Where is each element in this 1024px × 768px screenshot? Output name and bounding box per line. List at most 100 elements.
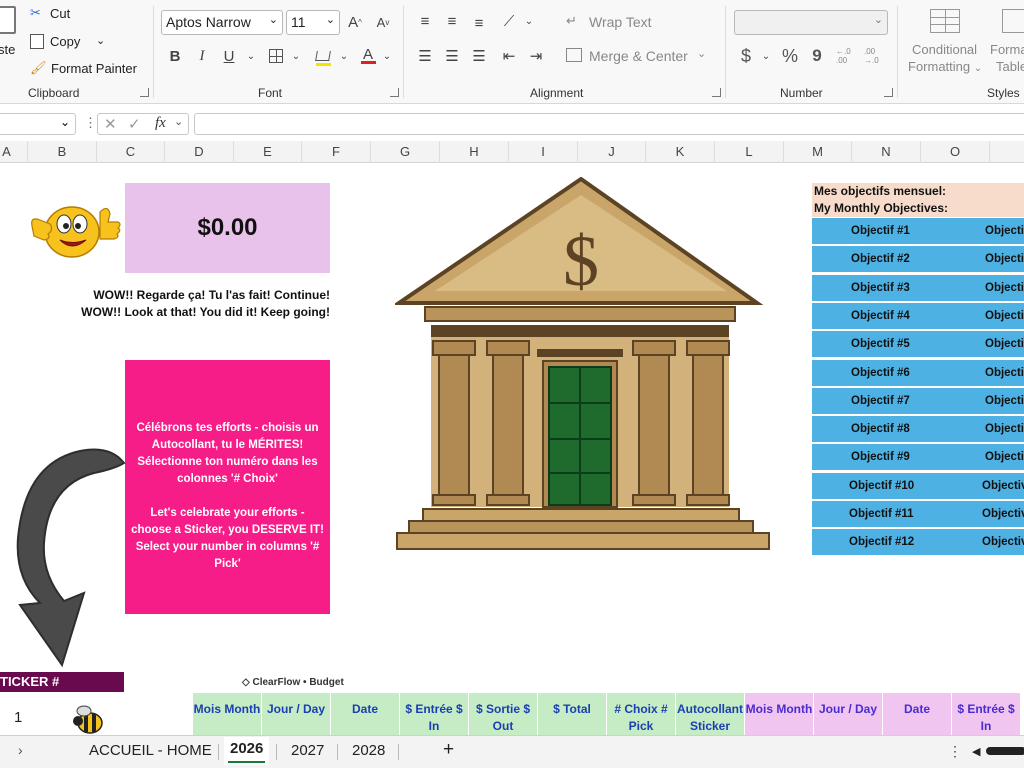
chevron-down-icon[interactable]: ⌄	[174, 115, 183, 128]
column-header-k[interactable]: K	[646, 141, 715, 163]
tab-2027[interactable]: 2027	[291, 742, 324, 759]
font-family-select[interactable]: Aptos Narrow ⌄	[161, 10, 283, 35]
font-launcher-icon[interactable]	[390, 88, 399, 97]
table-header-cell[interactable]: Mois Month	[745, 693, 814, 735]
number-format-select[interactable]: ⌄	[734, 10, 888, 35]
align-right-icon[interactable]: ☰	[468, 45, 490, 67]
objective-row[interactable]: Objectif #11 Objectiv	[812, 501, 1024, 528]
column-header-e[interactable]: E	[234, 141, 302, 163]
increase-indent-icon[interactable]: ⇥	[525, 45, 547, 67]
align-middle-icon[interactable]: ≡	[441, 10, 463, 32]
grow-font-icon[interactable]: A ^	[344, 11, 366, 33]
column-header-a[interactable]: A	[0, 141, 28, 163]
table-header-cell[interactable]: $ Sortie $ Out	[469, 693, 538, 735]
objective-row[interactable]: Objectif #10 Objectiv	[812, 472, 1024, 500]
more-options-icon[interactable]: ⋮	[84, 115, 97, 131]
chevron-down-icon[interactable]: ⌄	[60, 115, 70, 129]
objective-row[interactable]: Objectif #4 Objecti	[812, 302, 1024, 330]
align-center-icon[interactable]: ☰	[441, 45, 463, 67]
conditional-formatting-button[interactable]: Conditional	[912, 42, 977, 57]
paste-button[interactable]: ste	[0, 42, 15, 57]
name-box[interactable]: ⌄	[0, 113, 76, 135]
clipboard-launcher-icon[interactable]	[140, 88, 149, 97]
sticker-number-header[interactable]: TICKER #	[0, 672, 124, 692]
comma-style-button[interactable]: 9	[806, 45, 828, 67]
align-top-icon[interactable]: ≡	[414, 10, 436, 32]
chevron-down-icon[interactable]: ⌄	[376, 45, 398, 67]
italic-button[interactable]: I	[191, 45, 213, 67]
add-sheet-button[interactable]: +	[443, 739, 454, 761]
orientation-icon[interactable]: ⟋	[498, 10, 520, 32]
align-left-icon[interactable]: ☰	[414, 45, 436, 67]
enter-check-icon[interactable]: ✓	[128, 115, 141, 133]
column-header-n[interactable]: N	[852, 141, 921, 163]
objective-row[interactable]: Objectif #7 Objecti	[812, 387, 1024, 415]
chevron-down-icon[interactable]: ⌄	[518, 10, 540, 32]
paste-icon[interactable]	[0, 6, 16, 34]
table-header-cell[interactable]: Mois Month	[193, 693, 262, 735]
decrease-decimal-icon[interactable]: .00 →.0	[864, 45, 890, 67]
chevron-down-icon[interactable]: ⌄	[285, 45, 307, 67]
objective-row[interactable]: Objectif #12 Objectiv	[812, 529, 1024, 557]
column-header-j[interactable]: J	[578, 141, 646, 163]
column-header-i[interactable]: I	[509, 141, 578, 163]
scroll-left-icon[interactable]: ◀	[972, 745, 980, 758]
more-options-icon[interactable]: ⋮	[948, 743, 962, 760]
fill-color-icon[interactable]	[312, 45, 334, 67]
column-header-f[interactable]: F	[302, 141, 371, 163]
table-header-cell[interactable]: Jour / Day	[262, 693, 331, 735]
objective-row[interactable]: Objectif #2 Objecti	[812, 246, 1024, 274]
underline-button[interactable]: U	[218, 45, 240, 67]
currency-button[interactable]: $	[735, 45, 757, 67]
alignment-launcher-icon[interactable]	[712, 88, 721, 97]
table-header-cell[interactable]: Date	[883, 693, 952, 735]
table-header-cell[interactable]: $ Total	[538, 693, 607, 735]
objective-row[interactable]: Objectif #9 Objecti	[812, 444, 1024, 472]
insert-function-button[interactable]: fx	[155, 115, 166, 132]
table-header-cell[interactable]: Autocollant Sticker	[676, 693, 745, 735]
worksheet[interactable]: $0.00 WOW!! Regarde ça! Tu l'as fait! Co…	[0, 163, 1024, 735]
align-bottom-icon[interactable]: ≡	[468, 12, 490, 34]
chevron-down-icon[interactable]: ⌄	[240, 45, 262, 67]
objective-row[interactable]: Objectif #1 Objecti	[812, 218, 1024, 245]
table-header-cell[interactable]: Jour / Day	[814, 693, 883, 735]
objective-row[interactable]: Objectif #3 Objecti	[812, 274, 1024, 302]
table-header-cell[interactable]: $ Entrée $ In	[400, 693, 469, 735]
tab-accueil-home[interactable]: ACCUEIL - HOME	[89, 742, 212, 759]
tab-2028[interactable]: 2028	[352, 742, 385, 759]
total-amount-cell[interactable]: $0.00	[125, 183, 330, 273]
objective-row[interactable]: Objectif #5 Objecti	[812, 331, 1024, 359]
column-header-h[interactable]: H	[440, 141, 509, 163]
chevron-down-icon[interactable]: ⌄	[96, 34, 105, 47]
table-header-cell[interactable]: Date	[331, 693, 400, 735]
column-header-b[interactable]: B	[28, 141, 97, 163]
table-header-cell[interactable]: $ Entrée $ In	[952, 693, 1021, 735]
horizontal-scrollbar[interactable]	[986, 747, 1024, 755]
percent-button[interactable]: %	[779, 45, 801, 67]
cancel-icon[interactable]: ✕	[104, 115, 117, 133]
chevron-down-icon[interactable]: ⌄	[755, 45, 777, 67]
shrink-font-icon[interactable]: Av	[372, 11, 394, 33]
format-as-table-button[interactable]: Forma	[990, 42, 1024, 57]
column-header-d[interactable]: D	[165, 141, 234, 163]
column-header-m[interactable]: M	[784, 141, 852, 163]
objective-row[interactable]: Objectif #8 Objecti	[812, 416, 1024, 444]
bold-button[interactable]: B	[164, 45, 186, 67]
chevron-down-icon[interactable]: ⌄	[333, 45, 355, 67]
number-launcher-icon[interactable]	[884, 88, 893, 97]
column-header-g[interactable]: G	[371, 141, 440, 163]
increase-decimal-icon[interactable]: ←.0 .00	[836, 45, 862, 67]
sticker-row-number[interactable]: 1	[14, 709, 22, 726]
column-header-l[interactable]: L	[715, 141, 784, 163]
column-header-o[interactable]: O	[921, 141, 990, 163]
tab-2026[interactable]: 2026	[224, 737, 270, 765]
format-table-icon[interactable]	[1002, 9, 1024, 33]
formula-input[interactable]	[194, 113, 1024, 135]
objective-row[interactable]: Objectif #6 Objecti	[812, 359, 1024, 387]
table-header-cell[interactable]: # Choix # Pick	[607, 693, 676, 735]
borders-icon[interactable]	[265, 45, 287, 67]
chevron-right-icon[interactable]: ›	[18, 742, 23, 758]
column-header-c[interactable]: C	[97, 141, 165, 163]
font-size-select[interactable]: 11 ⌄	[286, 10, 340, 35]
conditional-formatting-icon[interactable]	[930, 9, 960, 33]
